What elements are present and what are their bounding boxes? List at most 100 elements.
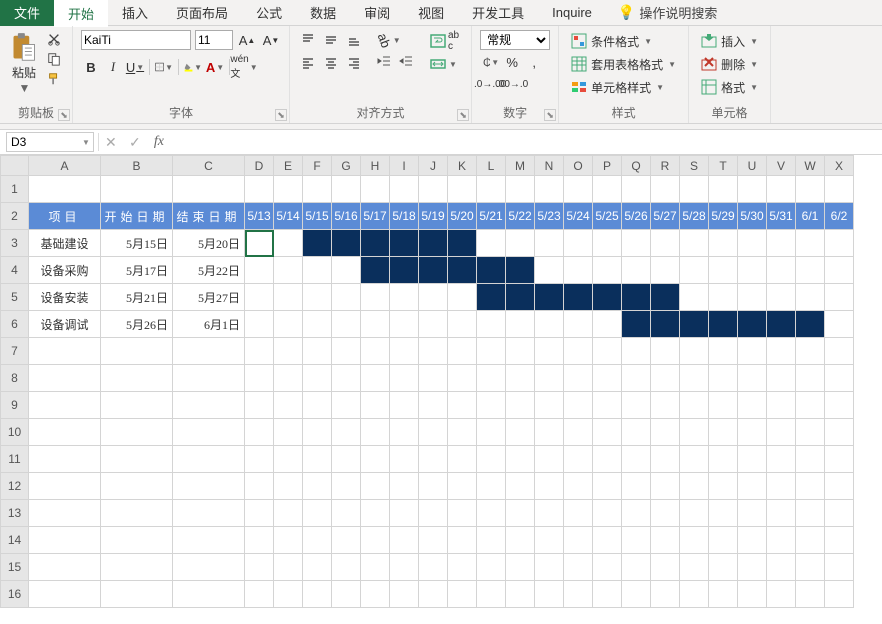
col-header-F[interactable]: F xyxy=(303,156,332,176)
cell[interactable] xyxy=(767,230,796,257)
cell[interactable] xyxy=(622,230,651,257)
cell[interactable] xyxy=(535,257,564,284)
cell[interactable] xyxy=(419,419,448,446)
align-bottom-button[interactable] xyxy=(344,30,364,50)
cell[interactable] xyxy=(506,419,535,446)
cell[interactable]: 6/1 xyxy=(796,203,825,230)
cell[interactable] xyxy=(535,527,564,554)
select-all-corner[interactable] xyxy=(1,156,29,176)
cell[interactable] xyxy=(332,554,361,581)
cell[interactable] xyxy=(332,581,361,608)
col-header-K[interactable]: K xyxy=(448,156,477,176)
cell[interactable] xyxy=(651,527,680,554)
cell[interactable] xyxy=(390,500,419,527)
cell[interactable] xyxy=(593,338,622,365)
accounting-format-button[interactable]: ₵▼ xyxy=(480,52,500,72)
cell[interactable] xyxy=(101,338,173,365)
cell[interactable] xyxy=(680,257,709,284)
cell[interactable] xyxy=(796,419,825,446)
cell[interactable] xyxy=(825,176,854,203)
cell[interactable] xyxy=(245,500,274,527)
cell[interactable] xyxy=(477,365,506,392)
tab-视图[interactable]: 视图 xyxy=(404,0,458,26)
cell[interactable]: 6/2 xyxy=(825,203,854,230)
underline-button[interactable]: U▼ xyxy=(125,57,145,77)
cell[interactable] xyxy=(709,257,738,284)
cell[interactable] xyxy=(419,392,448,419)
cell[interactable]: 5/21 xyxy=(477,203,506,230)
cell[interactable] xyxy=(767,311,796,338)
table-format-button[interactable]: 套用表格格式▼ xyxy=(567,53,680,75)
cell[interactable] xyxy=(535,392,564,419)
row-header-12[interactable]: 12 xyxy=(1,473,29,500)
cell[interactable] xyxy=(448,419,477,446)
cell[interactable] xyxy=(796,473,825,500)
cell[interactable] xyxy=(651,500,680,527)
cell[interactable] xyxy=(651,365,680,392)
cell[interactable] xyxy=(245,446,274,473)
cell[interactable] xyxy=(173,527,245,554)
row-header-6[interactable]: 6 xyxy=(1,311,29,338)
cell[interactable] xyxy=(506,554,535,581)
cell[interactable] xyxy=(564,284,593,311)
col-header-G[interactable]: G xyxy=(332,156,361,176)
cell[interactable] xyxy=(303,257,332,284)
tab-文件[interactable]: 文件 xyxy=(0,0,54,26)
cell[interactable] xyxy=(274,257,303,284)
cell[interactable] xyxy=(303,365,332,392)
col-header-S[interactable]: S xyxy=(680,156,709,176)
cell[interactable] xyxy=(477,311,506,338)
cell[interactable] xyxy=(796,176,825,203)
cell[interactable] xyxy=(709,527,738,554)
cell[interactable] xyxy=(564,176,593,203)
cell[interactable] xyxy=(506,527,535,554)
cell[interactable] xyxy=(361,419,390,446)
cell[interactable] xyxy=(622,176,651,203)
cell[interactable] xyxy=(535,500,564,527)
cell[interactable] xyxy=(274,527,303,554)
cell[interactable] xyxy=(506,392,535,419)
cell[interactable] xyxy=(101,554,173,581)
copy-button[interactable] xyxy=(44,50,64,68)
cell[interactable] xyxy=(622,284,651,311)
cell[interactable] xyxy=(448,311,477,338)
cell[interactable] xyxy=(767,365,796,392)
cell[interactable] xyxy=(419,473,448,500)
cell[interactable] xyxy=(332,392,361,419)
col-header-A[interactable]: A xyxy=(29,156,101,176)
cell[interactable]: 结束日期 xyxy=(173,203,245,230)
cell[interactable] xyxy=(825,419,854,446)
cell[interactable] xyxy=(651,257,680,284)
bold-button[interactable]: B xyxy=(81,57,101,77)
format-cells-button[interactable]: 格式▼ xyxy=(697,76,762,98)
cell[interactable] xyxy=(738,230,767,257)
align-right-button[interactable] xyxy=(344,53,364,73)
cell[interactable] xyxy=(390,257,419,284)
cell[interactable] xyxy=(564,311,593,338)
cell[interactable] xyxy=(622,500,651,527)
cell[interactable] xyxy=(622,257,651,284)
increase-indent-button[interactable] xyxy=(396,51,416,71)
cell[interactable] xyxy=(825,500,854,527)
cell[interactable] xyxy=(274,284,303,311)
cell[interactable] xyxy=(29,392,101,419)
cell[interactable] xyxy=(535,581,564,608)
cell[interactable] xyxy=(361,365,390,392)
cell[interactable] xyxy=(506,365,535,392)
cell[interactable] xyxy=(274,554,303,581)
cell[interactable] xyxy=(29,446,101,473)
comma-button[interactable]: , xyxy=(524,52,544,72)
row-header-8[interactable]: 8 xyxy=(1,365,29,392)
cell[interactable] xyxy=(767,527,796,554)
cell[interactable] xyxy=(332,446,361,473)
cell[interactable] xyxy=(825,446,854,473)
cell[interactable] xyxy=(825,581,854,608)
col-header-Q[interactable]: Q xyxy=(622,156,651,176)
cell[interactable] xyxy=(593,230,622,257)
cell[interactable] xyxy=(564,419,593,446)
cell[interactable]: 5月22日 xyxy=(173,257,245,284)
cell[interactable]: 设备采购 xyxy=(29,257,101,284)
cell[interactable] xyxy=(680,230,709,257)
cell[interactable] xyxy=(767,392,796,419)
cell[interactable]: 5月20日 xyxy=(173,230,245,257)
